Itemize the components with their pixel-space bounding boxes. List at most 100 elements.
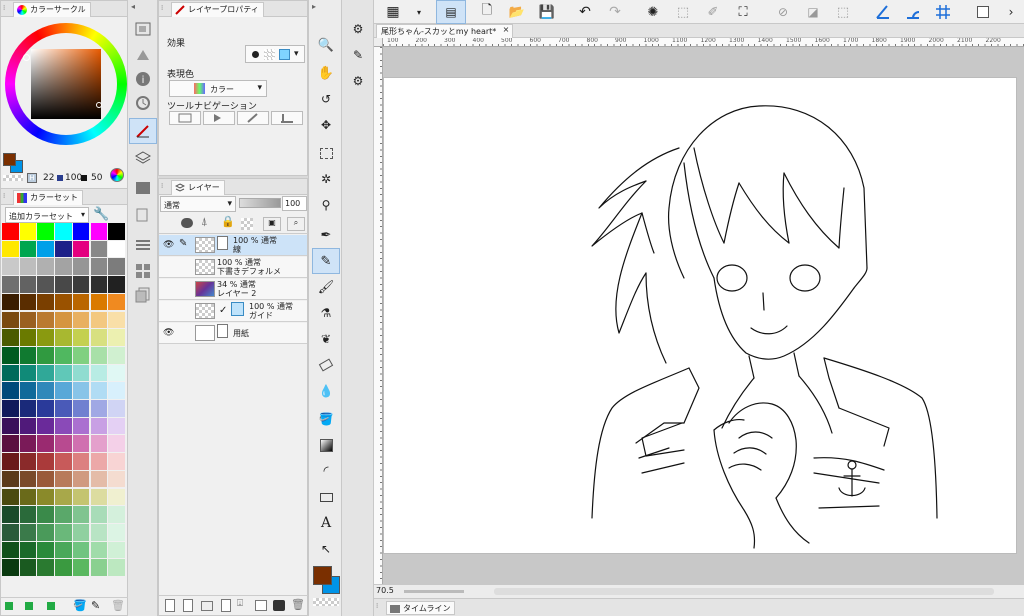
- color-swatch[interactable]: [72, 223, 90, 240]
- color-swatch[interactable]: [72, 470, 90, 488]
- color-swatch[interactable]: [19, 453, 37, 470]
- tool-eyedropper[interactable]: ⚲: [312, 192, 340, 218]
- redo-button[interactable]: ↷: [602, 0, 628, 24]
- color-swatch[interactable]: [90, 541, 108, 559]
- opacity-slider[interactable]: [239, 198, 281, 208]
- selection-button[interactable]: ⬚: [830, 0, 856, 24]
- effect-border-icon[interactable]: [252, 51, 259, 58]
- color-swatch[interactable]: [37, 258, 55, 276]
- color-swatch[interactable]: [37, 417, 55, 435]
- tool-select[interactable]: [312, 140, 340, 166]
- color-swatch[interactable]: [37, 382, 55, 399]
- trash-icon[interactable]: 🗑: [291, 598, 305, 611]
- new-folder-icon[interactable]: [201, 601, 213, 611]
- color-swatch[interactable]: [2, 435, 19, 453]
- color-swatch[interactable]: [55, 329, 72, 346]
- tool-nav-brush-button[interactable]: [237, 111, 269, 125]
- color-swatch[interactable]: [55, 293, 72, 311]
- tool-nav-frame-button[interactable]: [169, 111, 201, 125]
- color-swatch[interactable]: [37, 346, 55, 364]
- layer-row[interactable]: 34 % 通常 レイヤー 2: [159, 279, 307, 300]
- color-swatch[interactable]: [37, 400, 55, 417]
- color-swatch[interactable]: [72, 293, 90, 311]
- menu-grid-button[interactable]: ▦: [380, 0, 406, 24]
- merge-down-icon[interactable]: [221, 599, 231, 612]
- eye-icon[interactable]: 👁: [163, 328, 174, 338]
- brush-settings-icon[interactable]: ⚙: [344, 68, 372, 94]
- color-swatch[interactable]: [55, 559, 72, 576]
- color-swatch[interactable]: [37, 523, 55, 541]
- color-swatch[interactable]: [37, 541, 55, 559]
- color-swatch[interactable]: [2, 541, 19, 559]
- color-swatch[interactable]: [37, 488, 55, 506]
- color-swatch[interactable]: [37, 559, 55, 576]
- color-swatch[interactable]: [55, 258, 72, 276]
- layers-icon[interactable]: [129, 145, 157, 171]
- color-swatch[interactable]: [2, 311, 19, 329]
- zoom-value[interactable]: 70.5: [376, 586, 394, 595]
- color-swatch[interactable]: [72, 346, 90, 364]
- color-swatch[interactable]: [55, 346, 72, 364]
- history-icon[interactable]: [129, 90, 157, 116]
- color-swatch[interactable]: [19, 276, 37, 293]
- snap-special-button[interactable]: [900, 0, 926, 24]
- color-swatch[interactable]: [108, 382, 125, 399]
- layer-property-icon[interactable]: [129, 118, 157, 144]
- color-swatch[interactable]: [2, 400, 19, 417]
- color-swatch[interactable]: [90, 506, 108, 523]
- color-swatch[interactable]: [37, 223, 55, 240]
- transparent-tool-swatch[interactable]: [313, 598, 339, 606]
- color-swatch[interactable]: [108, 276, 125, 293]
- save-button[interactable]: 💾: [534, 0, 560, 24]
- layer-row[interactable]: 👁 ✎ 100 % 通常 線: [159, 235, 307, 256]
- color-swatch[interactable]: [37, 329, 55, 346]
- color-swatch[interactable]: [108, 240, 125, 258]
- hsv-indicator[interactable]: H: [27, 173, 37, 183]
- ruler-toggle-button[interactable]: [970, 0, 996, 24]
- tool-zoom[interactable]: 🔍: [312, 32, 340, 58]
- tool-blend[interactable]: 💧: [312, 378, 340, 404]
- replace-color-icon[interactable]: [25, 602, 33, 610]
- color-swatch[interactable]: [55, 523, 72, 541]
- color-swatch[interactable]: [19, 258, 37, 276]
- tool-rotate[interactable]: ↺: [312, 86, 340, 112]
- color-swatch[interactable]: [72, 364, 90, 382]
- color-swatch[interactable]: [55, 276, 72, 293]
- tab-color-set[interactable]: カラーセット: [13, 190, 83, 205]
- effect-tone-icon[interactable]: [264, 49, 275, 60]
- item-bank-icon[interactable]: [129, 232, 157, 258]
- color-set-settings-icon[interactable]: 🔧: [93, 207, 109, 223]
- color-swatch[interactable]: [72, 523, 90, 541]
- chevron-down-icon[interactable]: ▾: [294, 49, 299, 59]
- color-swatch[interactable]: [90, 470, 108, 488]
- color-swatch[interactable]: [108, 258, 125, 276]
- transfer-down-icon[interactable]: ⍗: [237, 598, 243, 609]
- color-swatch[interactable]: [55, 506, 72, 523]
- panel-grip-icon[interactable]: ⁞: [3, 192, 9, 202]
- color-swatch[interactable]: [2, 364, 19, 382]
- scale-button[interactable]: ⛶: [730, 0, 756, 24]
- blend-mode-dropdown[interactable]: 通常 ▾: [160, 196, 236, 212]
- color-swatch[interactable]: [108, 293, 125, 311]
- tab-color-circle[interactable]: カラーサークル: [13, 2, 91, 17]
- collapse-right-icon[interactable]: ▸: [312, 2, 316, 11]
- effect-layer-color-icon[interactable]: [279, 49, 290, 60]
- color-swatch[interactable]: [108, 523, 125, 541]
- color-swatch[interactable]: [108, 311, 125, 329]
- clip-icon[interactable]: [181, 218, 193, 228]
- drawing-canvas[interactable]: [383, 77, 1017, 554]
- tool-pencil[interactable]: ✎: [312, 248, 340, 274]
- material-icon[interactable]: [129, 202, 157, 228]
- color-swatch[interactable]: [19, 329, 37, 346]
- tab-layer-property[interactable]: レイヤープロパティ: [171, 2, 264, 17]
- tool-auto-select[interactable]: ✲: [312, 166, 340, 192]
- color-swatch[interactable]: [90, 276, 108, 293]
- tab-layers[interactable]: レイヤー: [171, 180, 225, 195]
- tool-nav-ruler-button[interactable]: [271, 111, 303, 125]
- color-swatch[interactable]: [37, 240, 55, 258]
- ruler-check-icon[interactable]: ✓: [219, 305, 227, 316]
- color-swatch[interactable]: [108, 346, 125, 364]
- color-swatch[interactable]: [2, 223, 19, 240]
- color-swatch[interactable]: [72, 329, 90, 346]
- value-marker[interactable]: [96, 102, 102, 108]
